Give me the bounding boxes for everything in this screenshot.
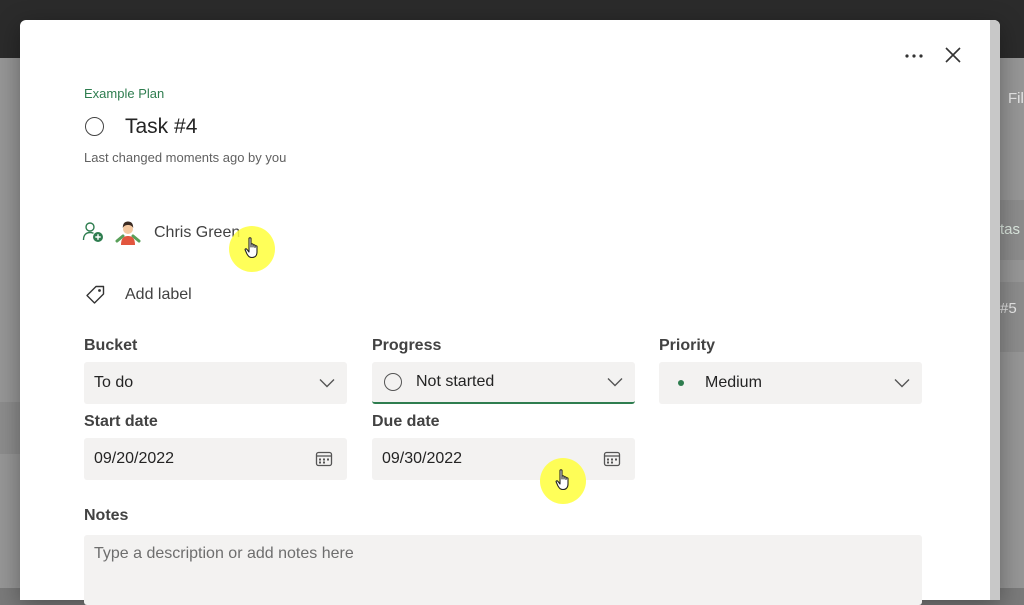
start-date-label: Start date	[84, 413, 158, 430]
last-changed-text: Last changed moments ago by you	[84, 150, 287, 165]
due-date-label: Due date	[372, 413, 440, 430]
progress-value: Not started	[416, 373, 495, 390]
hand-cursor-icon	[244, 237, 258, 259]
bucket-dropdown[interactable]: To do	[84, 362, 347, 404]
progress-dropdown[interactable]: Not started	[372, 362, 635, 404]
tag-icon	[86, 285, 105, 304]
due-date-field[interactable]: 09/30/2022	[372, 438, 635, 480]
background-text: Fil	[1008, 90, 1024, 107]
priority-dropdown[interactable]: Medium	[659, 362, 922, 404]
scrollbar[interactable]	[990, 20, 1000, 600]
calendar-icon	[603, 451, 621, 467]
add-label-text[interactable]: Add label	[125, 286, 192, 304]
hand-cursor-icon	[555, 469, 569, 491]
complete-task-checkbox[interactable]	[85, 117, 104, 136]
assignee-avatar[interactable]	[115, 219, 141, 245]
start-date-value: 09/20/2022	[94, 450, 175, 467]
calendar-icon	[315, 451, 333, 467]
not-started-icon	[384, 373, 402, 391]
chevron-down-icon	[319, 379, 335, 388]
task-details-dialog: Example Plan Task #4 Last changed moment…	[20, 20, 1000, 605]
start-date-field[interactable]: 09/20/2022	[84, 438, 347, 480]
more-options-button[interactable]	[900, 42, 928, 70]
assign-button[interactable]	[82, 221, 104, 248]
task-title[interactable]: Task #4	[125, 115, 197, 139]
background-text: #5	[1000, 300, 1017, 317]
avatar-icon	[115, 221, 141, 245]
add-label-button[interactable]	[84, 284, 106, 311]
background-panel	[1000, 282, 1024, 352]
priority-value: Medium	[705, 374, 762, 391]
close-button[interactable]	[938, 40, 968, 70]
notes-input[interactable]	[84, 535, 922, 605]
priority-label: Priority	[659, 337, 716, 354]
notes-label: Notes	[84, 507, 129, 524]
priority-dot-icon	[678, 380, 684, 386]
close-icon	[945, 47, 961, 63]
bucket-value: To do	[94, 374, 134, 391]
plan-name[interactable]: Example Plan	[84, 86, 164, 101]
person-add-icon	[82, 222, 103, 242]
background-text: tas	[1000, 221, 1021, 238]
more-horizontal-icon	[905, 54, 923, 58]
chevron-down-icon	[894, 379, 910, 388]
progress-label: Progress	[372, 337, 442, 354]
assignee-name[interactable]: Chris Green	[154, 224, 240, 242]
background-panel	[0, 402, 20, 454]
chevron-down-icon	[607, 378, 623, 387]
bucket-label: Bucket	[84, 337, 138, 354]
